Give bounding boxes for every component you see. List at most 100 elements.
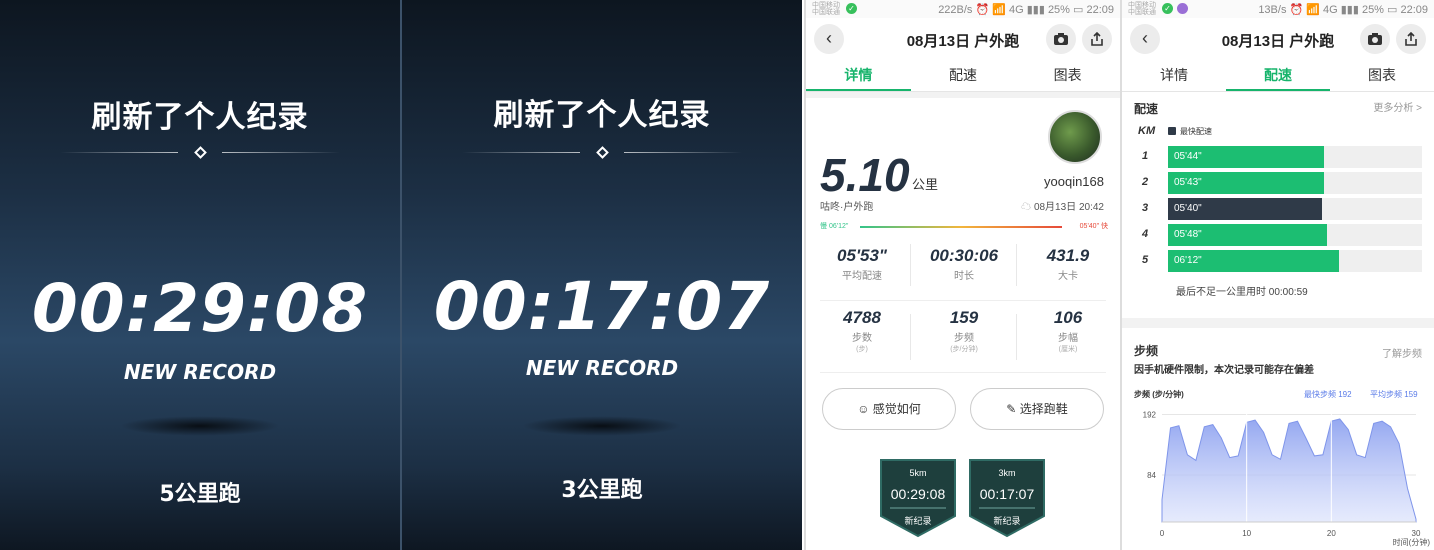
detail-screen: 中国移动 中国联通 ✓ 222B/s ⏰ 📶 4G ▮▮▮ 25% ▭ 22:0…	[804, 0, 1120, 550]
tab-details[interactable]: 详情	[806, 60, 911, 91]
tab-details[interactable]: 详情	[1122, 60, 1226, 91]
record-title: 刷新了个人纪录	[493, 98, 711, 133]
title-divider	[60, 146, 340, 159]
share-icon	[1091, 31, 1103, 46]
cadence-unit: 步频 (步/分钟)	[1134, 390, 1184, 399]
camera-button[interactable]	[1046, 24, 1076, 54]
y-tick-label: 84	[1147, 471, 1156, 480]
shield-icon: ✓	[846, 3, 857, 14]
split-km: 3	[1142, 202, 1149, 214]
carrier-text: 中国移动 中国联通	[1128, 2, 1156, 16]
diamond-icon	[596, 146, 609, 159]
select-shoes-button[interactable]: ✎ 选择跑鞋	[970, 388, 1104, 430]
notification-icon	[1177, 3, 1188, 14]
shield-icon: ✓	[1162, 3, 1173, 14]
status-bar: 中国移动 中国联通 ✓ 222B/s ⏰ 📶 4G ▮▮▮ 25% ▭ 22:0…	[806, 0, 1120, 18]
camera-icon	[1054, 33, 1068, 45]
run-type: 咕咚·户外跑	[820, 202, 874, 213]
pace-screen: 中国移动 中国联通 ✓ 13B/s ⏰ 📶 4G ▮▮▮ 25% ▭ 22:09…	[1120, 0, 1434, 550]
split-km: 1	[1142, 150, 1149, 162]
split-pace: 05'44"	[1174, 151, 1202, 162]
distance-unit: 公里	[912, 177, 939, 192]
nav-bar: ‹ 08月13日 户外跑	[806, 18, 1120, 60]
x-tick-label: 20	[1327, 529, 1336, 538]
share-button[interactable]	[1396, 24, 1426, 54]
cadence-note: 因手机硬件限制，本次记录可能存在偏差	[1134, 365, 1314, 376]
x-tick-label: 0	[1160, 529, 1165, 538]
split-km: 5	[1142, 254, 1149, 266]
camera-button[interactable]	[1360, 24, 1390, 54]
stat-duration: 00:30:06 时长	[929, 246, 999, 282]
y-tick-label: 192	[1143, 410, 1157, 419]
fastest-cadence: 最快步频 192	[1304, 390, 1352, 399]
pencil-icon: ✎	[1006, 402, 1020, 416]
status-right: 13B/s ⏰ 📶 4G ▮▮▮ 25% ▭ 22:09	[1258, 4, 1428, 16]
tab-pace[interactable]: 配速	[911, 60, 1016, 91]
username: yooqin168	[1044, 174, 1104, 189]
split-pace: 05'48"	[1174, 229, 1202, 240]
cadence-heading: 步频	[1134, 344, 1159, 358]
fast-pace-label: 05'40" 快	[1079, 223, 1108, 230]
record-distance: 5公里跑	[159, 482, 241, 507]
diamond-icon	[194, 146, 207, 159]
title-divider	[462, 146, 742, 159]
x-axis-unit: 时间(分钟)	[1392, 538, 1430, 547]
split-km: 2	[1142, 176, 1149, 188]
leftover-time: 最后不足一公里用时 00:00:59	[1176, 287, 1308, 298]
pace-split-row: 5 06'12"	[1136, 250, 1422, 272]
new-record-label: NEW RECORD	[525, 356, 679, 380]
carrier-text: 中国移动 中国联通	[812, 2, 840, 16]
record-card-5k: 刷新了个人纪录 00:29:08 NEW RECORD 5公里跑	[0, 0, 400, 550]
pace-gradient-bar	[860, 226, 1062, 228]
tab-pace[interactable]: 配速	[1226, 60, 1330, 91]
medal-3km[interactable]: 3km 00:17:07 新纪录	[967, 458, 1047, 538]
learn-cadence-link[interactable]: 了解步频	[1382, 345, 1422, 360]
tab-charts[interactable]: 图表	[1330, 60, 1434, 91]
avatar[interactable]	[1048, 110, 1102, 164]
split-pace: 05'43"	[1174, 177, 1202, 188]
tab-bar: 详情 配速 图表	[1122, 60, 1434, 92]
smiley-icon: ☺	[857, 402, 873, 416]
split-pace: 06'12"	[1174, 255, 1202, 266]
record-distance: 3公里跑	[561, 478, 643, 503]
status-right: 222B/s ⏰ 📶 4G ▮▮▮ 25% ▭ 22:09	[938, 4, 1114, 16]
legend-label: 最快配速	[1180, 127, 1212, 136]
km-label: KM	[1138, 125, 1156, 137]
pace-split-row: 2 05'43"	[1136, 172, 1422, 194]
camera-icon	[1368, 33, 1382, 45]
record-time: 00:17:07	[433, 268, 771, 345]
medal-5km[interactable]: 5km 00:29:08 新纪录	[878, 458, 958, 538]
cadence-area	[1161, 418, 1417, 523]
record-time: 00:29:08	[31, 270, 369, 347]
new-record-label: NEW RECORD	[123, 360, 277, 384]
more-analysis-link[interactable]: 更多分析 >	[1373, 99, 1422, 114]
stat-cadence: 159 步频 (步/分钟)	[949, 308, 979, 353]
pace-split-row: 1 05'44"	[1136, 146, 1422, 168]
stat-steps: 4788 步数 (步)	[843, 308, 881, 353]
floor-shadow	[522, 416, 682, 436]
section-gap	[1122, 318, 1434, 328]
legend-swatch	[1168, 127, 1176, 135]
slow-pace-label: 慢 06'12"	[820, 223, 849, 230]
weather-icon: ☁	[1021, 202, 1034, 213]
stat-avg-pace: 05'53" 平均配速	[837, 246, 887, 282]
section-gap	[806, 92, 1120, 98]
cadence-chart: 841920 10 20 30	[1143, 410, 1421, 538]
run-datetime: ☁ 08月13日 20:42	[1021, 202, 1104, 213]
how-do-you-feel-button[interactable]: ☺ 感觉如何	[822, 388, 956, 430]
tab-charts[interactable]: 图表	[1015, 60, 1120, 91]
distance-value: 5.10	[820, 149, 910, 201]
floor-shadow	[120, 416, 280, 436]
split-km: 4	[1142, 228, 1149, 240]
share-button[interactable]	[1082, 24, 1112, 54]
split-pace: 05'40"	[1174, 203, 1202, 214]
stat-stride: 106 步幅 (厘米)	[1053, 308, 1083, 353]
record-title: 刷新了个人纪录	[91, 100, 309, 135]
avg-cadence: 平均步频 159	[1370, 390, 1418, 399]
record-card-3k: 刷新了个人纪录 00:17:07 NEW RECORD 3公里跑	[402, 0, 802, 550]
pace-heading: 配速	[1134, 102, 1159, 116]
tab-bar: 详情 配速 图表	[806, 60, 1120, 92]
pace-split-row: 3 05'40"	[1136, 198, 1422, 220]
nav-bar: ‹ 08月13日 户外跑	[1122, 18, 1434, 60]
status-bar: 中国移动 中国联通 ✓ 13B/s ⏰ 📶 4G ▮▮▮ 25% ▭ 22:09	[1122, 0, 1434, 18]
